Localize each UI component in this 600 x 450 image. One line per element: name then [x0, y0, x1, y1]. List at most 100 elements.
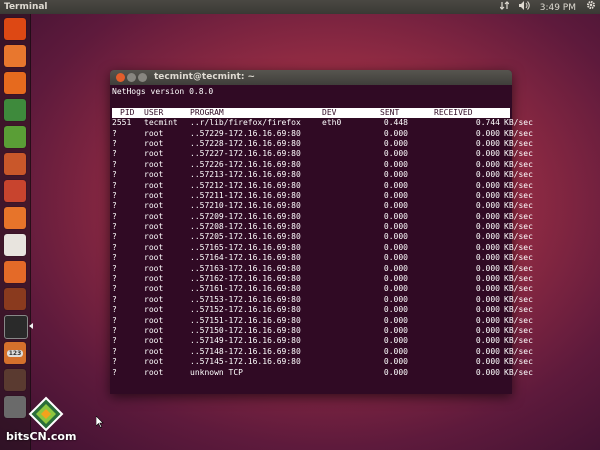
panel-indicators: 3:49 PM — [499, 0, 596, 15]
pid-cell: ? — [112, 357, 117, 367]
sent-cell: 0.000 — [383, 138, 408, 148]
program-cell: ..57212-172.16.16.69:80 — [190, 180, 301, 190]
user-cell: root — [144, 253, 164, 263]
received-cell: 0.000 — [475, 232, 500, 242]
unit-cell: KB/sec — [504, 149, 533, 159]
program-cell: unknown TCP — [190, 367, 243, 377]
sent-cell: 0.000 — [383, 159, 408, 169]
unit-cell: KB/sec — [504, 357, 533, 367]
pid-cell: ? — [112, 305, 117, 315]
workspace-badge: 123 — [6, 349, 24, 357]
unit-cell: KB/sec — [504, 128, 533, 138]
table-row: ? root ..57211-172.16.16.69:80 0.000 0.000 KB… — [112, 190, 533, 201]
libreoffice-impress-icon[interactable] — [4, 153, 26, 175]
received-cell: 0.000 — [475, 222, 500, 232]
pid-cell: ? — [112, 325, 117, 335]
ubuntu-one-icon[interactable] — [4, 207, 26, 229]
program-cell: ..57205-172.16.16.69:80 — [190, 232, 301, 242]
unit-cell: KB/sec — [504, 294, 533, 304]
ubuntu-one-music-icon[interactable] — [4, 261, 26, 283]
active-app-title: Terminal — [4, 2, 48, 12]
pid-cell: ? — [112, 201, 117, 211]
mouse-pointer-icon — [96, 416, 104, 428]
received-cell: 0.000 — [475, 180, 500, 190]
table-row: ? root ..57151-172.16.16.69:80 0.000 0.000 KB… — [112, 315, 533, 326]
workspace-switcher-icon[interactable]: 123 — [4, 342, 26, 364]
pid-cell: ? — [112, 242, 117, 252]
pid-cell: ? — [112, 346, 117, 356]
user-cell: root — [144, 263, 164, 273]
received-cell: 0.000 — [475, 315, 500, 325]
user-cell: root — [144, 149, 164, 159]
program-cell: ..57153-172.16.16.69:80 — [190, 294, 301, 304]
pid-cell: ? — [112, 180, 117, 190]
sent-cell: 0.000 — [383, 201, 408, 211]
received-cell: 0.000 — [475, 170, 500, 180]
sent-cell: 0.000 — [383, 222, 408, 232]
program-cell: ..57226-172.16.16.69:80 — [190, 159, 301, 169]
firefox-icon[interactable] — [4, 72, 26, 94]
table-row: ? root ..57164-172.16.16.69:80 0.000 0.000 KB… — [112, 253, 533, 263]
sent-cell: 0.000 — [383, 242, 408, 252]
workspaces-icon[interactable] — [4, 369, 26, 391]
received-cell: 0.744 — [475, 118, 500, 128]
home-folder-icon[interactable] — [4, 45, 26, 67]
unit-cell: KB/sec — [504, 138, 533, 148]
unit-cell: KB/sec — [504, 253, 533, 263]
minimize-button[interactable] — [127, 73, 136, 82]
terminal-window[interactable]: tecmint@tecmint: ~ NetHogs version 0.8.0… — [110, 70, 533, 394]
terminal-content[interactable]: NetHogs version 0.8.0 PID USER PROGRAM D… — [110, 85, 533, 378]
user-cell: root — [144, 346, 164, 356]
window-titlebar[interactable]: tecmint@tecmint: ~ — [110, 70, 512, 85]
sent-cell: 0.000 — [383, 284, 408, 294]
clock[interactable]: 3:49 PM — [540, 1, 576, 15]
user-cell: root — [144, 190, 164, 200]
system-settings-icon[interactable] — [4, 288, 26, 310]
pid-cell: ? — [112, 274, 117, 284]
sent-cell: 0.000 — [383, 315, 408, 325]
active-indicator-icon — [29, 323, 33, 329]
received-cell: 0.000 — [475, 190, 500, 200]
pid-cell: ? — [112, 128, 117, 138]
user-cell: root — [144, 357, 164, 367]
table-row: ? root ..57226-172.16.16.69:80 0.000 0.000 KB… — [112, 159, 533, 170]
header-sent: SENT — [380, 107, 400, 117]
pid-cell: ? — [112, 138, 117, 148]
terminal-icon[interactable] — [4, 315, 28, 339]
table-header: PID USER PROGRAM DEV SENT RECEIVED — [112, 107, 510, 119]
program-cell: ..57227-172.16.16.69:80 — [190, 149, 301, 159]
table-row: ? root ..57148-172.16.16.69:80 0.000 0.000 KB… — [112, 346, 533, 357]
amazon-icon[interactable] — [4, 234, 26, 256]
user-cell: root — [144, 201, 164, 211]
software-center-icon[interactable] — [4, 180, 26, 202]
settings-gear-icon[interactable] — [586, 0, 596, 15]
pid-cell: 2551 — [112, 118, 132, 128]
table-row: ? root ..57161-172.16.16.69:80 0.000 0.000 KB… — [112, 284, 533, 294]
network-icon[interactable] — [499, 0, 510, 15]
pid-cell: ? — [112, 190, 117, 200]
libreoffice-writer-icon[interactable] — [4, 99, 26, 121]
unit-cell: KB/sec — [504, 346, 533, 356]
table-row: 2551 tecmint ..r/lib/firefox/firefox eth0 0.… — [112, 118, 533, 128]
pid-cell: ? — [112, 315, 117, 325]
program-cell: ..57149-172.16.16.69:80 — [190, 336, 301, 346]
sent-cell: 0.000 — [383, 294, 408, 304]
pid-cell: ? — [112, 263, 117, 273]
table-row: ? root ..57153-172.16.16.69:80 0.000 0.000 KB… — [112, 294, 533, 305]
ubuntu-dash-icon[interactable] — [4, 18, 26, 40]
bitscn-logo-mark — [28, 396, 64, 432]
bitscn-logo: bitsCN.com — [4, 396, 90, 448]
pid-cell: ? — [112, 367, 117, 377]
received-cell: 0.000 — [475, 274, 500, 284]
volume-icon[interactable] — [518, 0, 530, 15]
unit-cell: KB/sec — [504, 315, 533, 325]
received-cell: 0.000 — [475, 211, 500, 221]
table-row: ? root ..57205-172.16.16.69:80 0.000 0.000 KB… — [112, 232, 533, 242]
unit-cell: KB/sec — [504, 336, 533, 346]
libreoffice-calc-icon[interactable] — [4, 126, 26, 148]
program-cell: ..57145-172.16.16.69:80 — [190, 357, 301, 367]
close-button[interactable] — [116, 73, 125, 82]
unit-cell: KB/sec — [504, 367, 533, 377]
maximize-button[interactable] — [138, 73, 147, 82]
